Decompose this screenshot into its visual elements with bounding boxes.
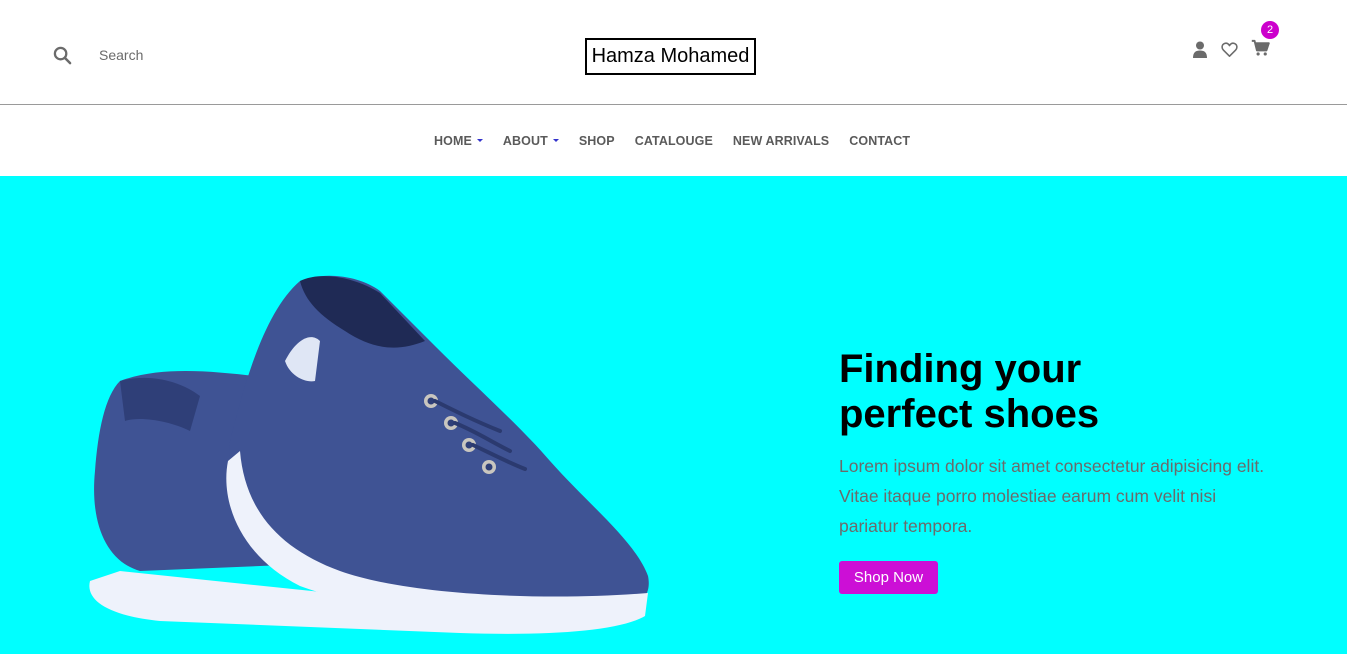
hero-title-line-2: perfect shoes bbox=[839, 392, 1100, 436]
nav-item-catalouge[interactable]: CATALOUGE bbox=[635, 134, 713, 148]
header-actions: 2 bbox=[1188, 21, 1288, 64]
nav-item-label: NEW ARRIVALS bbox=[732, 134, 830, 148]
cart-icon[interactable] bbox=[1248, 36, 1272, 60]
nav-item-label: HOME bbox=[434, 134, 472, 148]
chevron-down-icon bbox=[552, 138, 559, 142]
chevron-down-icon bbox=[476, 138, 483, 142]
shoe-image bbox=[89, 275, 649, 634]
nav-item-label: CATALOUGE bbox=[634, 134, 713, 148]
hero-content: Finding your perfect shoes Lorem ipsum d… bbox=[839, 347, 1269, 594]
shop-now-button[interactable]: Shop Now bbox=[839, 561, 938, 594]
hero-description: Lorem ipsum dolor sit amet consectetur a… bbox=[839, 456, 1265, 536]
hero-title-line-1: Finding your bbox=[839, 347, 1082, 391]
user-icon[interactable] bbox=[1188, 37, 1212, 61]
nav-item-home[interactable]: HOME bbox=[434, 134, 483, 148]
hero-banner: Finding your perfect shoes Lorem ipsum d… bbox=[0, 176, 1347, 654]
top-header: Hamza Mohamed 2 bbox=[0, 0, 1347, 105]
main-nav: HOME ABOUT SHOP CATALOUGE NEW ARRIVALS C… bbox=[0, 106, 1347, 176]
nav-item-label: SHOP bbox=[578, 134, 615, 148]
nav-item-label: CONTACT bbox=[849, 134, 911, 148]
search-input[interactable] bbox=[99, 44, 279, 66]
nav-item-contact[interactable]: CONTACT bbox=[849, 134, 910, 148]
hero-title: Finding your perfect shoes bbox=[839, 347, 1269, 437]
nav-item-about[interactable]: ABOUT bbox=[503, 134, 559, 148]
search-box bbox=[53, 44, 279, 66]
nav-item-new-arrivals[interactable]: NEW ARRIVALS bbox=[733, 134, 829, 148]
search-icon[interactable] bbox=[53, 46, 72, 65]
site-logo[interactable]: Hamza Mohamed bbox=[585, 38, 756, 75]
cart-count-badge: 2 bbox=[1261, 21, 1279, 39]
nav-item-label: ABOUT bbox=[502, 134, 548, 148]
heart-icon[interactable] bbox=[1217, 37, 1241, 61]
nav-item-shop[interactable]: SHOP bbox=[579, 134, 615, 148]
